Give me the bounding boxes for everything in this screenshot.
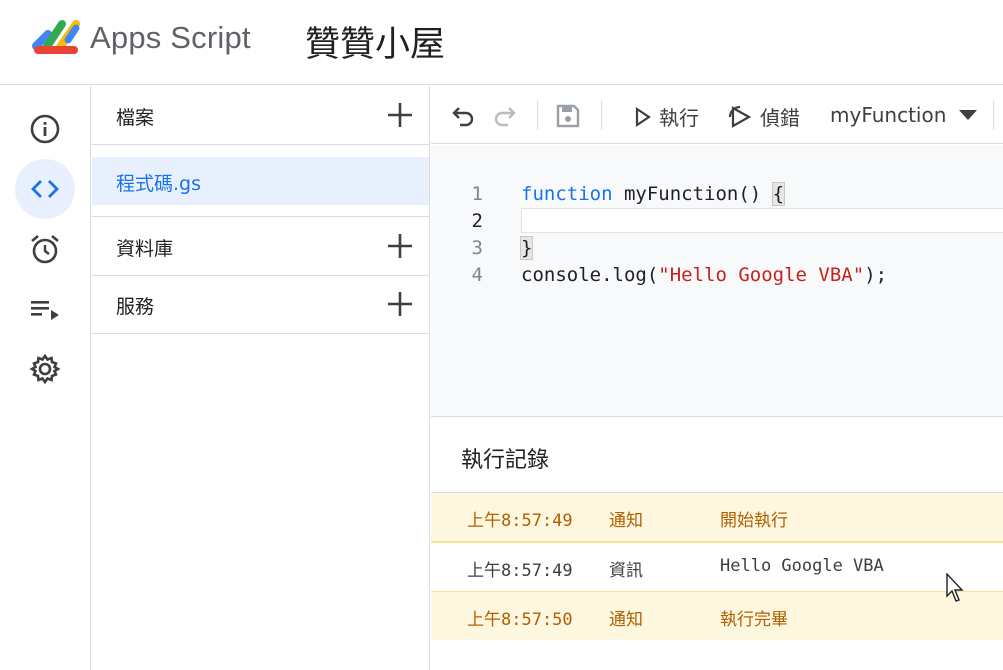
- run-button-label: 執行: [659, 106, 699, 130]
- rail-item-settings[interactable]: [15, 339, 75, 399]
- code-keyword: function: [521, 183, 613, 205]
- code-brace: {: [771, 182, 786, 206]
- run-button[interactable]: 執行: [633, 102, 699, 131]
- save-icon[interactable]: [556, 104, 580, 128]
- log-row: 上午8:57:49 通知 開始執行: [431, 492, 1003, 543]
- rail-item-overview[interactable]: [15, 99, 75, 159]
- libraries-section-label: 資料庫: [116, 238, 174, 260]
- code-line: 1 function myFunction() {: [431, 181, 1003, 208]
- info-icon: [30, 114, 60, 144]
- log-row: 上午8:57:49 資訊 Hello Google VBA: [431, 543, 1003, 591]
- code-text: console.log("Hello Google VBA");: [521, 262, 887, 289]
- log-time: 上午8:57:49: [467, 511, 573, 531]
- code-string: "Hello Google VBA": [658, 264, 865, 286]
- code-line: 3 }: [431, 235, 1003, 262]
- function-select[interactable]: myFunction: [830, 103, 978, 127]
- undo-icon[interactable]: [451, 103, 475, 127]
- code-text: function myFunction() {: [521, 181, 786, 208]
- nav-rail: [0, 86, 91, 670]
- line-number: 1: [471, 183, 483, 205]
- log-message: 執行完畢: [720, 610, 788, 630]
- rail-item-editor[interactable]: [15, 159, 75, 219]
- log-time: 上午8:57:50: [467, 610, 573, 630]
- toolbar-separator: [993, 100, 994, 130]
- line-number: 2: [471, 210, 483, 232]
- log-message: Hello Google VBA: [720, 556, 884, 576]
- line-number: 3: [471, 237, 483, 259]
- file-item-label: 程式碼.gs: [116, 173, 201, 195]
- execution-log-title: 執行記錄: [461, 448, 550, 473]
- debug-button[interactable]: 偵錯: [728, 102, 800, 131]
- log-level: 資訊: [609, 561, 643, 581]
- services-section-header: 服務: [92, 275, 429, 333]
- files-section-label: 檔案: [116, 107, 155, 129]
- code-suffix: );: [864, 264, 888, 286]
- code-brace: }: [519, 236, 534, 260]
- code-call: console.log(: [521, 264, 659, 286]
- gear-icon: [29, 353, 61, 385]
- current-line-highlight: [521, 208, 1003, 233]
- rail-item-triggers[interactable]: [15, 219, 75, 279]
- divider: [92, 333, 429, 334]
- code-icon: [31, 180, 59, 198]
- editor-toolbar: 執行 偵錯 myFunction: [431, 86, 1003, 144]
- services-section-label: 服務: [116, 296, 155, 318]
- debug-button-label: 偵錯: [760, 106, 800, 130]
- debug-icon: [728, 105, 752, 128]
- log-message: 開始執行: [720, 511, 788, 531]
- log-row: 上午8:57:50 通知 執行完畢: [431, 591, 1003, 640]
- redo-icon[interactable]: [493, 103, 517, 127]
- code-line: 4 console.log("Hello Google VBA");: [431, 262, 1003, 289]
- code-text: }: [519, 235, 534, 262]
- dropdown-arrow-icon: [959, 110, 978, 120]
- rail-item-executions[interactable]: [15, 279, 75, 339]
- execution-log-panel: 執行記錄 上午8:57:49 通知 開始執行 上午8:57:49 資訊 Hell…: [431, 418, 1003, 670]
- line-number: 4: [471, 264, 483, 286]
- project-name[interactable]: 贊贊小屋: [305, 16, 445, 67]
- apps-script-logo[interactable]: [32, 16, 82, 58]
- code-line-current: 2: [431, 208, 1003, 235]
- log-level: 通知: [609, 610, 643, 630]
- add-service-plus-icon[interactable]: [387, 291, 413, 317]
- function-select-value: myFunction: [830, 103, 947, 127]
- top-bar: Apps Script 贊贊小屋: [0, 0, 1003, 85]
- divider: [92, 144, 429, 145]
- add-file-plus-icon[interactable]: [387, 102, 413, 128]
- files-panel: 檔案 程式碼.gs 資料庫 服務: [92, 86, 430, 670]
- toolbar-separator: [537, 100, 538, 130]
- log-time: 上午8:57:49: [467, 561, 573, 581]
- add-library-plus-icon[interactable]: [387, 233, 413, 259]
- playlist-play-icon: [31, 301, 59, 320]
- code-text-rest: myFunction(): [612, 183, 773, 205]
- libraries-section-header: 資料庫: [92, 217, 429, 275]
- play-icon: [635, 106, 651, 127]
- mouse-pointer-icon: [946, 573, 964, 602]
- files-section-header: 檔案: [92, 86, 429, 144]
- toolbar-separator: [601, 100, 602, 130]
- alarm-clock-icon: [31, 235, 59, 264]
- code-editor[interactable]: 1 function myFunction() { 2 3 } 4 consol…: [431, 145, 1003, 417]
- log-level: 通知: [609, 511, 643, 531]
- file-item-code-gs[interactable]: 程式碼.gs: [92, 157, 429, 205]
- app-name: Apps Script: [90, 20, 251, 55]
